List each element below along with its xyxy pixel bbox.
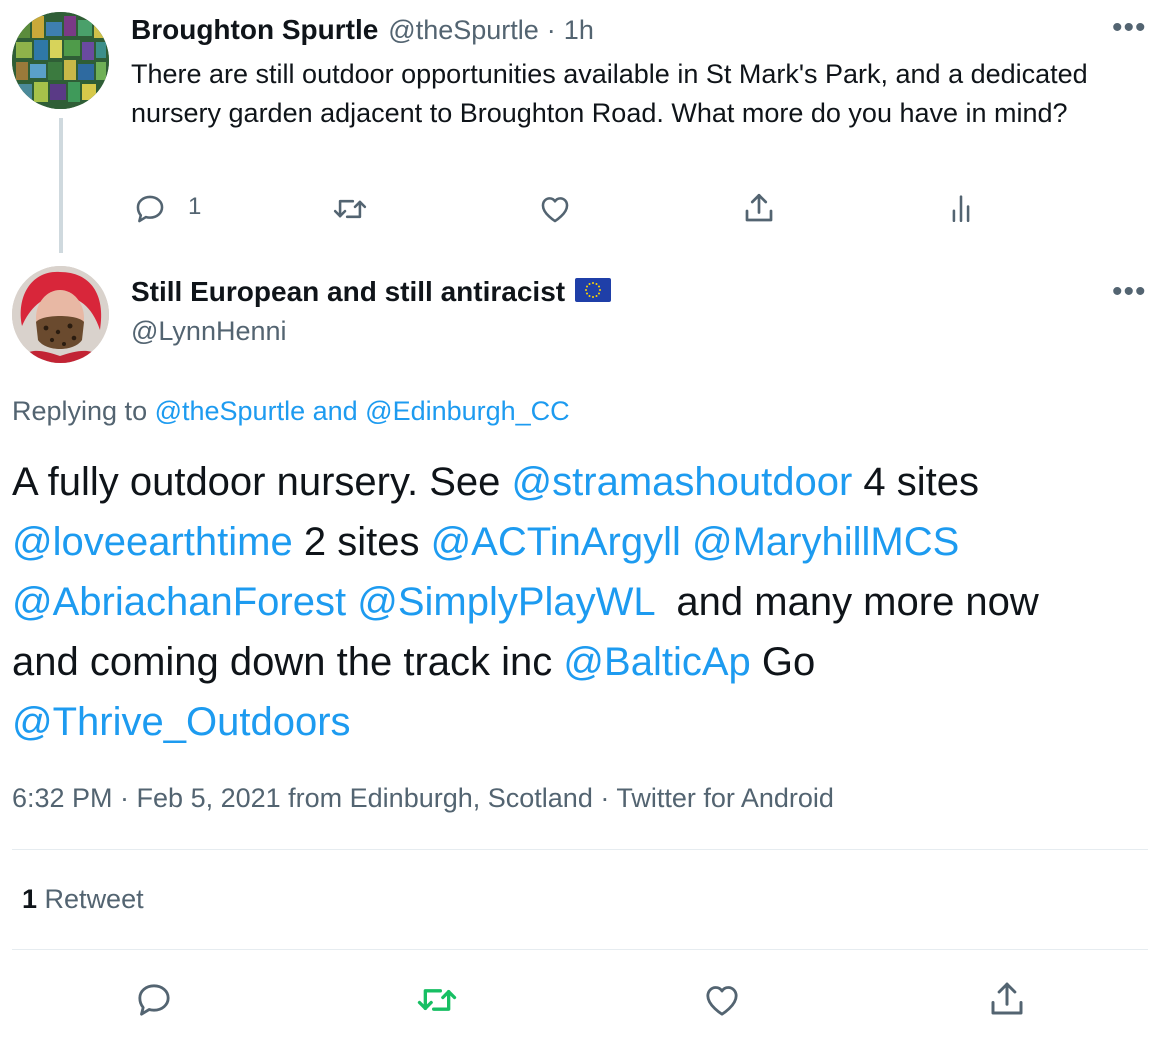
thread-line	[59, 118, 63, 253]
like-icon[interactable]	[702, 980, 742, 1020]
divider	[12, 849, 1148, 850]
mention-link[interactable]: @MaryhillMCS	[692, 520, 959, 564]
avatar-portrait	[12, 266, 109, 363]
avatar-mosaic	[12, 12, 109, 109]
reply-icon[interactable]	[134, 980, 174, 1020]
retweet-count: 1	[22, 884, 38, 914]
text-line: @AbriachanForest @SimplyPlayWL and many …	[12, 580, 1039, 624]
mention-link[interactable]: @AbriachanForest	[12, 580, 346, 624]
main-tweet-name-row: Still European and still antiracist	[131, 276, 612, 308]
text-line: @loveearthtime 2 sites @ACTinArgyll @Mar…	[12, 520, 960, 564]
text-line: A fully outdoor nursery. See @stramashou…	[12, 460, 980, 504]
mention-link[interactable]: @ACTinArgyll	[431, 520, 681, 564]
mention-link[interactable]: @Thrive_Outdoors	[12, 700, 351, 744]
tweet-time[interactable]: 1h	[564, 15, 594, 46]
mention-link[interactable]: @stramashoutdoor	[512, 460, 853, 504]
share-icon[interactable]	[741, 190, 777, 226]
author-handle[interactable]: @LynnHenni	[131, 316, 287, 347]
retweet-label: Retweet	[44, 884, 144, 914]
author-name[interactable]: Broughton Spurtle	[131, 14, 378, 46]
tweet-timestamp[interactable]: 6:32 PM · Feb 5, 2021 from Edinburgh, Sc…	[12, 783, 834, 814]
retweet-stats[interactable]: 1 Retweet	[22, 884, 144, 915]
analytics-icon[interactable]	[944, 190, 978, 226]
author-name[interactable]: Still European and still antiracist	[131, 276, 565, 308]
divider	[12, 949, 1148, 950]
reply-icon[interactable]	[133, 192, 167, 226]
avatar-lynnhenni[interactable]	[12, 266, 109, 363]
avatar-broughton-spurtle[interactable]	[12, 12, 109, 109]
header-separator: ·	[546, 15, 556, 45]
author-handle[interactable]: @theSpurtle	[388, 15, 539, 46]
reply-tweet-text: There are still outdoor opportunities av…	[131, 59, 1088, 128]
replying-user-link[interactable]: @Edinburgh_CC	[365, 396, 570, 426]
replying-prefix: Replying to	[12, 396, 155, 426]
mention-link[interactable]: @loveearthtime	[12, 520, 293, 564]
share-icon[interactable]	[986, 978, 1028, 1020]
reply-tweet-header: Broughton Spurtle @theSpurtle · 1h	[131, 14, 594, 48]
replying-and: and	[305, 396, 366, 426]
more-options-icon[interactable]: •••	[1112, 13, 1147, 43]
retweet-icon[interactable]	[414, 980, 460, 1020]
text-line: @Thrive_Outdoors	[12, 692, 1162, 752]
more-options-icon[interactable]: •••	[1112, 277, 1147, 307]
replying-user-link[interactable]: @theSpurtle	[155, 396, 306, 426]
like-icon[interactable]	[538, 192, 572, 226]
retweet-icon[interactable]	[331, 192, 369, 226]
replying-to: Replying to @theSpurtle and @Edinburgh_C…	[12, 396, 570, 427]
text-line: and coming down the track inc @BalticAp …	[12, 640, 816, 684]
mention-link[interactable]: @SimplyPlayWL	[357, 580, 654, 624]
main-tweet-text: A fully outdoor nursery. See @stramashou…	[12, 452, 1162, 752]
reply-count: 1	[188, 193, 202, 220]
mention-link[interactable]: @BalticAp	[563, 640, 750, 684]
eu-flag-icon	[575, 277, 612, 307]
